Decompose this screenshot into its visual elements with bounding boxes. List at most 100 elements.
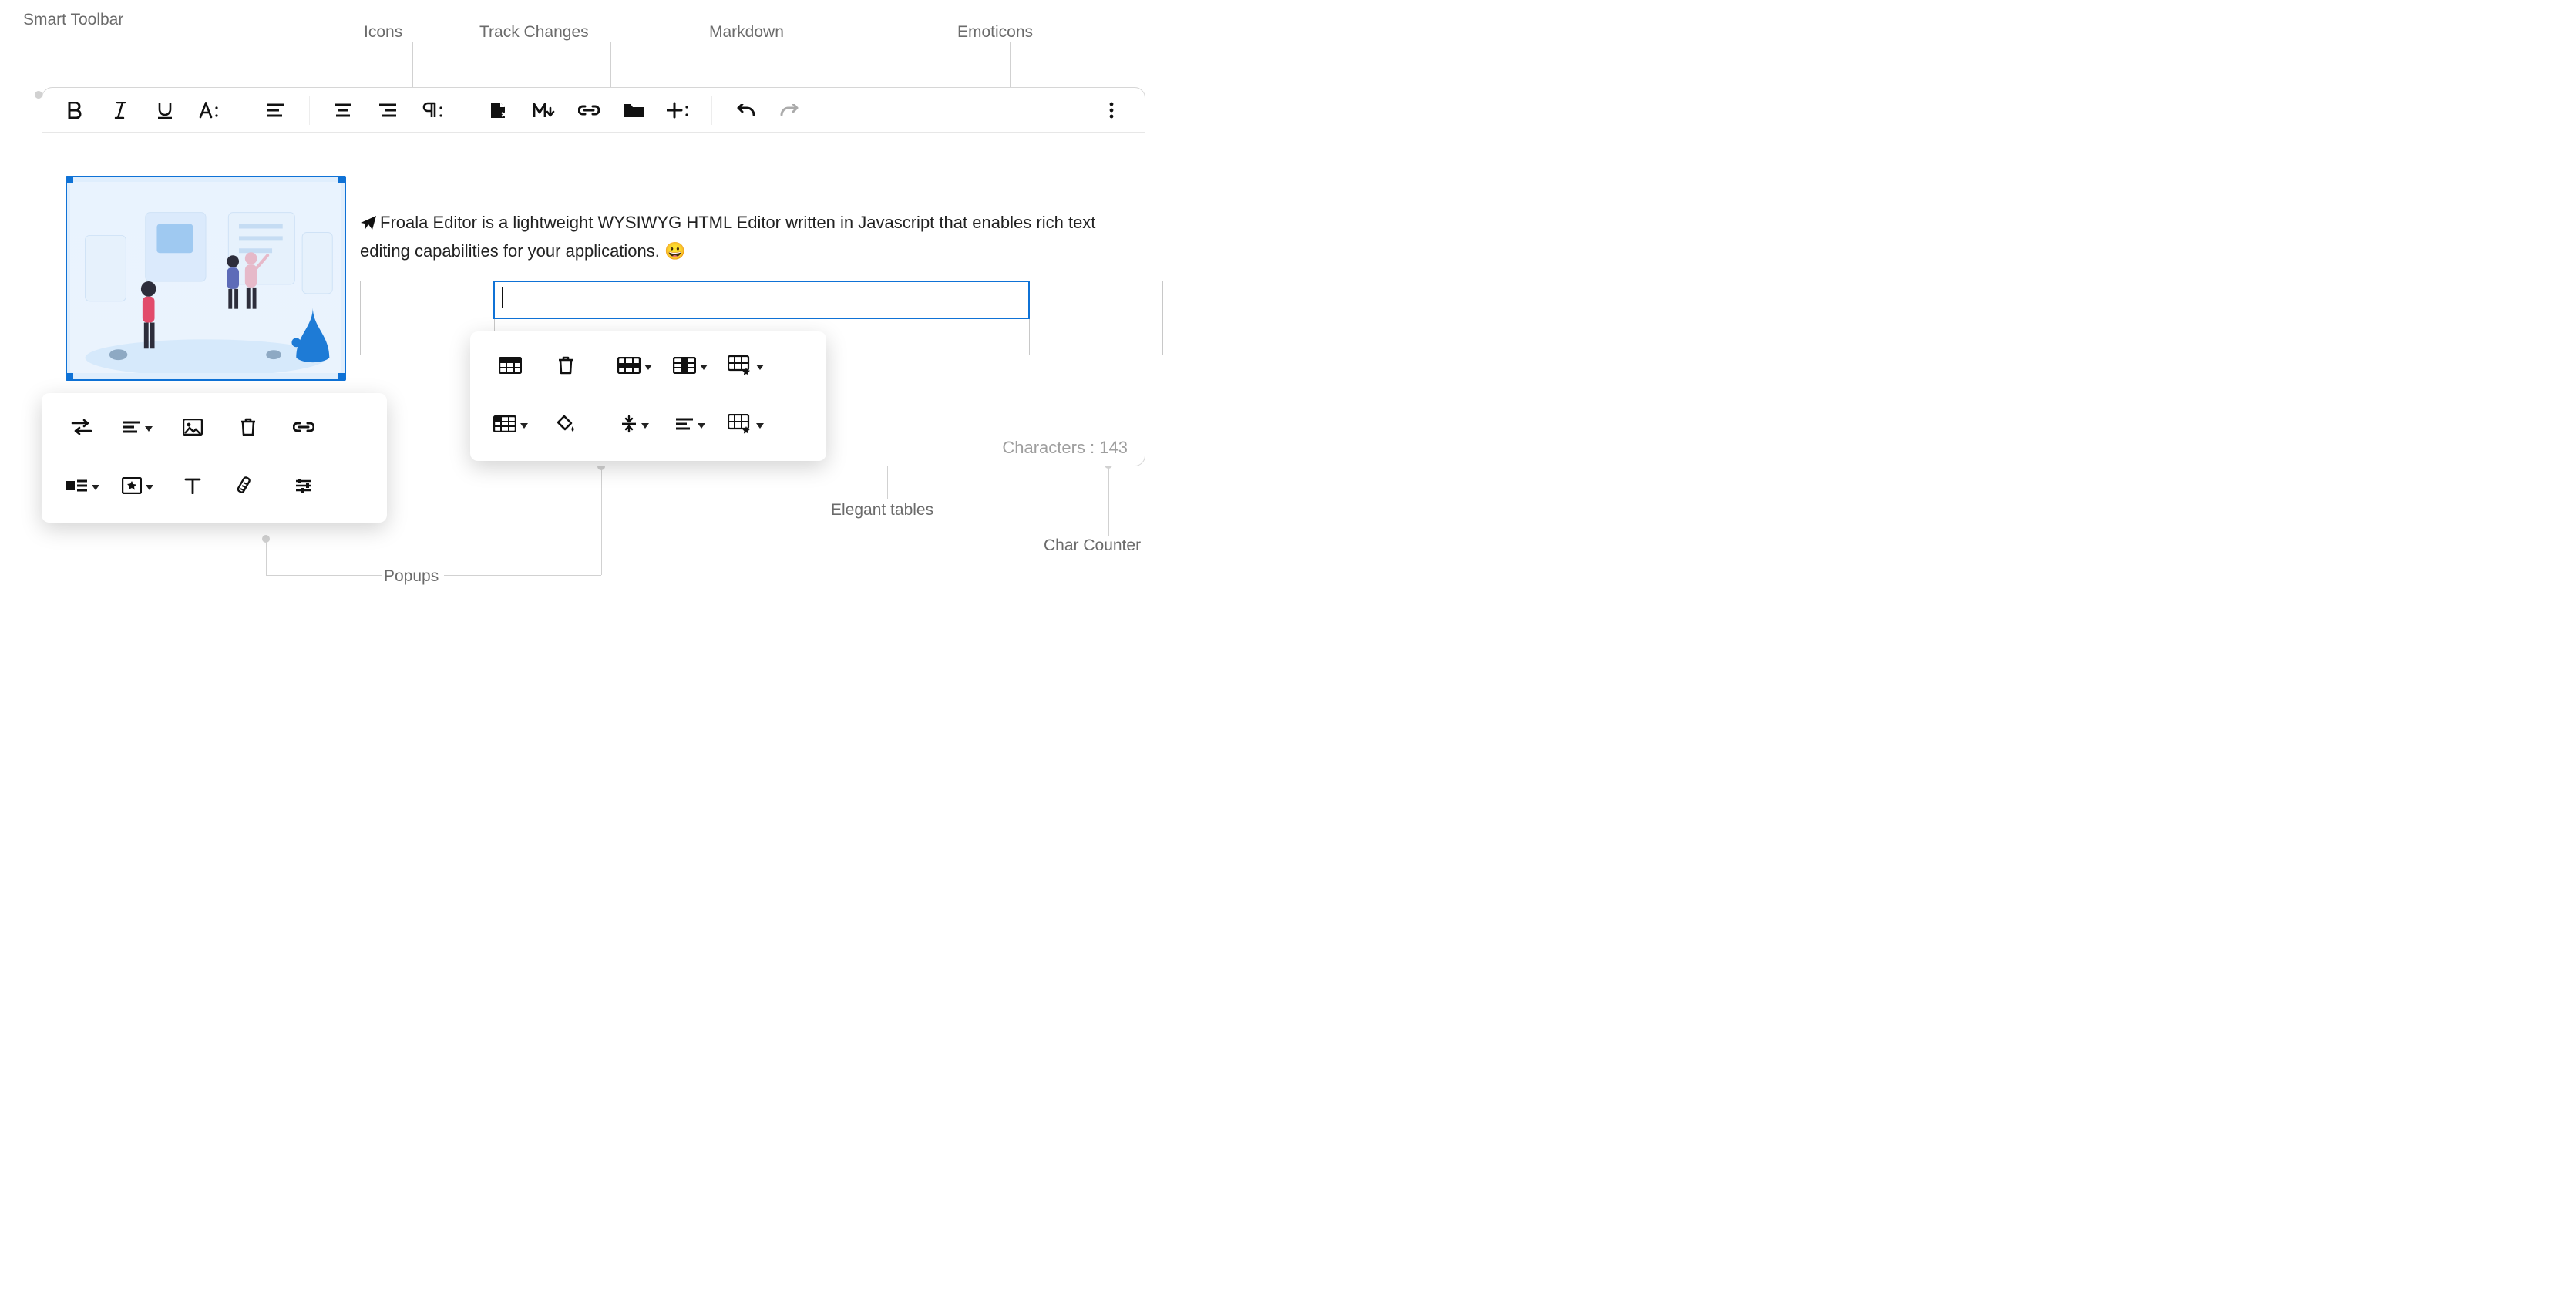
font-style-button[interactable] [187,92,232,128]
bold-icon [68,102,83,119]
table-remove-button[interactable] [538,342,594,392]
paper-plane-icon [360,212,377,238]
annotation-leader [601,467,602,575]
more-button[interactable] [1089,92,1134,128]
toolbar-separator [711,96,712,125]
table-cell-style-button[interactable] [718,401,773,450]
annotation-smart-toolbar: Smart Toolbar [23,11,123,29]
table-cell-valign-button[interactable] [607,401,662,450]
align-right-button[interactable] [365,92,410,128]
image-style-button[interactable] [109,462,165,512]
italic-icon [114,102,126,119]
markdown-icon [533,102,556,119]
table-cell-bg-button[interactable] [538,401,594,450]
table-header-icon [499,357,522,378]
image-caption-button[interactable] [165,404,220,453]
image-size-button[interactable] [220,462,276,512]
link-icon [578,104,600,116]
image-remove-button[interactable] [220,404,276,453]
annotation-markdown: Markdown [709,23,784,42]
image-display-icon [65,478,88,497]
align-center-icon [334,103,352,118]
annotation-leader [266,575,382,576]
image-link-button[interactable] [276,404,331,453]
caret-down-icon [700,365,708,370]
italic-button[interactable] [98,92,143,128]
caret-down-icon [644,365,652,370]
plus-icon [667,102,690,119]
table-style-button[interactable] [718,342,773,392]
track-changes-button[interactable] [477,92,522,128]
resize-handle[interactable] [338,176,346,183]
markdown-button[interactable] [522,92,567,128]
resize-handle[interactable] [338,373,346,381]
track-changes-icon [489,101,509,119]
table-cell-halign-button[interactable] [662,401,718,450]
char-counter-value: 143 [1099,438,1128,457]
align-left-icon [123,420,141,438]
paragraph[interactable]: Froala Editor is a lightweight WYSIWYG H… [360,210,1122,264]
table-cell[interactable] [361,281,495,318]
undo-button[interactable] [723,92,768,128]
underline-icon [156,101,173,119]
resize-handle[interactable] [66,176,73,183]
annotation-dot [262,535,270,543]
link-icon [293,421,314,437]
paragraph-format-button[interactable] [410,92,455,128]
redo-button[interactable] [768,92,812,128]
align-right-icon [378,103,397,118]
align-left-icon [267,103,285,118]
folder-icon [623,102,644,119]
swap-icon [71,419,92,439]
link-button[interactable] [567,92,611,128]
bold-button[interactable] [53,92,98,128]
text-t-icon [184,477,201,498]
align-center-button[interactable] [321,92,365,128]
table-row [361,281,1163,318]
selected-image[interactable] [66,176,346,381]
table-popup [470,331,826,461]
image-advanced-button[interactable] [276,462,331,512]
table-cell-active[interactable] [494,281,1029,318]
table-columns-button[interactable] [662,342,718,392]
table-cell[interactable] [1029,281,1163,318]
annotation-emoticons: Emoticons [957,23,1033,42]
paragraph-icon [421,102,444,119]
caret-down-icon [92,485,99,490]
table-cells-button[interactable] [483,401,538,450]
annotation-leader [1108,466,1109,536]
align-left-icon [675,417,694,435]
annotation-char-counter: Char Counter [1044,536,1141,555]
table-rows-button[interactable] [607,342,662,392]
resize-handle[interactable] [66,373,73,381]
image-display-button[interactable] [54,462,109,512]
table-cell-icon [493,415,516,436]
annotation-leader [610,42,611,94]
underline-button[interactable] [143,92,187,128]
annotation-leader [444,575,601,576]
insert-more-button[interactable] [656,92,701,128]
caret-down-icon [145,426,153,432]
char-counter-label: Characters : [1002,438,1099,457]
redo-icon [780,104,800,116]
image-style-icon [122,477,142,498]
char-counter: Characters : 143 [1002,438,1128,458]
annotation-popups: Popups [384,567,439,586]
image-align-button[interactable] [109,404,165,453]
image-illustration [70,182,341,373]
align-left-button[interactable] [254,92,298,128]
annotation-elegant-tables: Elegant tables [831,501,933,520]
trash-icon [557,356,574,378]
table-cell[interactable] [1029,318,1163,355]
image-icon [183,419,203,439]
image-replace-button[interactable] [54,404,109,453]
image-alt-button[interactable] [165,462,220,512]
table-header-button[interactable] [483,342,538,392]
smart-toolbar [42,88,1145,133]
file-manager-button[interactable] [611,92,656,128]
paragraph-text: Froala Editor is a lightweight WYSIWYG H… [360,213,1095,261]
image-popup [42,393,387,523]
caret-down-icon [756,365,764,370]
table-style-icon [728,414,752,438]
emoji-grinning-icon: 😀 [664,241,685,261]
